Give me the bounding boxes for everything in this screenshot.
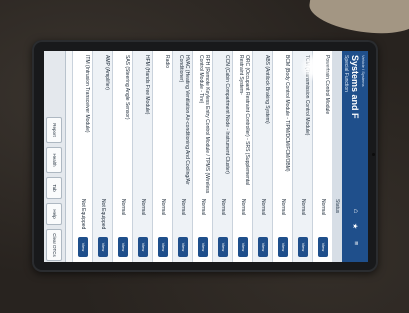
report-button[interactable]: Report bbox=[46, 117, 62, 143]
table-row: HVAC (Heating Ventilation Air-conditioni… bbox=[172, 51, 192, 262]
table-row: ABS (Antilock Braking System) Normal View bbox=[252, 51, 272, 262]
system-name: Radio bbox=[164, 55, 170, 69]
table-row: ORC (Occupant Restraint Controller) - SR… bbox=[232, 51, 252, 262]
screen-glare bbox=[300, 52, 330, 82]
menu-icon[interactable]: ≡ bbox=[352, 241, 359, 245]
view-button[interactable]: View bbox=[258, 237, 268, 257]
status-badge: Normal bbox=[180, 199, 186, 216]
system-name: HVAC (Heating Ventilation Air-conditioni… bbox=[178, 55, 190, 185]
status-badge: Normal bbox=[320, 199, 326, 216]
table-row: CCN (Cabin Compartment Node - Instrument… bbox=[212, 51, 232, 262]
table-row: BCM (Body Control Module - TIPM/DCM/FCM/… bbox=[272, 51, 292, 262]
status-badge: Normal bbox=[280, 199, 286, 216]
status-badge: Normal bbox=[220, 199, 226, 216]
status-badge: Normal bbox=[120, 199, 126, 216]
health-button[interactable]: Health bbox=[46, 147, 62, 173]
view-button[interactable]: View bbox=[158, 237, 168, 257]
table-row: ITM (Intrusion Transceiver Module) Not Eq… bbox=[72, 51, 92, 262]
status-badge: Normal bbox=[160, 199, 166, 216]
system-name: CCN (Cabin Compartment Node - Instrument… bbox=[224, 55, 230, 174]
view-button[interactable]: View bbox=[98, 237, 108, 257]
camera-icon bbox=[372, 153, 375, 156]
help-button[interactable]: Help bbox=[46, 203, 62, 225]
clear-dtc-button[interactable]: Clear DTCs bbox=[46, 229, 62, 261]
table-row: Powertrain Control Module Normal View bbox=[312, 51, 332, 262]
table-row: HFM (Hands Free Module) Normal View bbox=[132, 51, 152, 262]
view-button[interactable]: View bbox=[138, 237, 148, 257]
system-name: HFM (Hands Free Module) bbox=[144, 55, 150, 115]
table-row: Radio Normal View bbox=[152, 51, 172, 262]
app-header: Vehicle / Systems Systems and F Special … bbox=[342, 51, 368, 262]
systems-list: Powertrain Control Module Normal View TCM (… bbox=[72, 51, 332, 262]
column-status: Status bbox=[334, 199, 340, 214]
view-button[interactable]: View bbox=[218, 237, 228, 257]
status-badge: Normal bbox=[200, 199, 206, 216]
system-name: BCM (Body Control Module - TIPM/DCM/FCM/… bbox=[284, 55, 290, 172]
tab-button[interactable]: Tab bbox=[46, 177, 62, 199]
view-button[interactable]: View bbox=[278, 237, 288, 257]
tablet-screen: Vehicle / Systems Systems and F Special … bbox=[44, 51, 368, 262]
status-badge: Normal bbox=[260, 199, 266, 216]
page-subtitle: Special Function bbox=[343, 55, 349, 92]
status-badge: Normal bbox=[300, 199, 306, 216]
status-badge: Normal bbox=[140, 199, 146, 216]
table-row: RFH (Remote Keyless Entry Control Module… bbox=[192, 51, 212, 262]
table-row: TCM (Transmission Control Module) Normal V… bbox=[292, 51, 312, 262]
view-button[interactable]: View bbox=[318, 237, 328, 257]
system-name: SAS (Steering Angle Sensor) bbox=[124, 55, 130, 120]
screen-content: Vehicle / Systems Systems and F Special … bbox=[44, 51, 368, 262]
system-name: ORC (Occupant Restraint Controller) - SR… bbox=[238, 55, 250, 186]
page-title: Systems and F bbox=[350, 55, 360, 119]
system-name: ABS (Antilock Braking System) bbox=[264, 55, 270, 124]
view-button[interactable]: View bbox=[78, 237, 88, 257]
table-row: SAS (Steering Angle Sensor) Normal View bbox=[112, 51, 132, 262]
view-button[interactable]: View bbox=[298, 237, 308, 257]
table-row: AMP (Amplifier) Not Equipped View bbox=[92, 51, 112, 262]
status-badge: Not Equipped bbox=[100, 199, 106, 230]
bottom-toolbar: Report Health Tab Help Clear DTCs bbox=[44, 51, 66, 262]
system-name: AMP (Amplifier) bbox=[104, 55, 110, 90]
system-name: ITM (Intrusion Transceiver Module) bbox=[84, 55, 90, 133]
status-badge: Normal bbox=[240, 199, 246, 216]
column-header: Status bbox=[332, 51, 342, 262]
home-icon[interactable]: ⌂ bbox=[352, 209, 359, 213]
breadcrumb: Vehicle / Systems bbox=[361, 55, 366, 87]
system-name: RFH (Remote Keyless Entry Control Module… bbox=[198, 55, 210, 194]
status-badge: Not Equipped bbox=[80, 199, 86, 230]
view-button[interactable]: View bbox=[118, 237, 128, 257]
view-button[interactable]: View bbox=[178, 237, 188, 257]
star-icon[interactable]: ★ bbox=[351, 223, 359, 229]
view-button[interactable]: View bbox=[238, 237, 248, 257]
view-button[interactable]: View bbox=[198, 237, 208, 257]
